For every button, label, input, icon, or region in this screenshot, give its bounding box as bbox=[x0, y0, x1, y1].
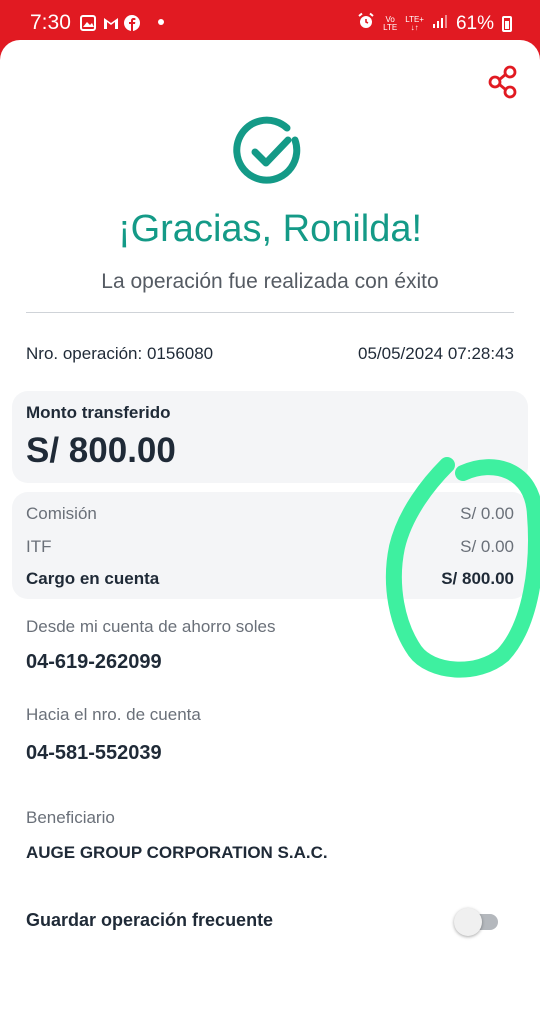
operation-number: Nro. operación: 0156080 bbox=[26, 344, 214, 363]
to-account-value: 04-581-552039 bbox=[26, 742, 162, 764]
lte-indicator: LTE+ ↓↑ bbox=[405, 15, 424, 32]
fee-label: Cargo en cuenta bbox=[26, 569, 160, 588]
alarm-icon bbox=[357, 12, 375, 36]
fee-label: ITF bbox=[26, 537, 52, 556]
thank-you-title: ¡Gracias, Ronilda! bbox=[117, 208, 423, 250]
operation-datetime: 05/05/2024 07:28:43 bbox=[358, 344, 514, 363]
to-account-label: Hacia el nro. de cuenta bbox=[26, 705, 201, 724]
fee-label: Comisión bbox=[26, 504, 97, 523]
signal-icon bbox=[432, 13, 448, 35]
check-circle-icon bbox=[233, 116, 305, 188]
status-time: 7:30 bbox=[30, 11, 71, 34]
save-frequent-label: Guardar operación frecuente bbox=[26, 910, 274, 930]
system-icons: Vo LTE LTE+ ↓↑ 61% bbox=[357, 12, 512, 36]
amount-label: Monto transferido bbox=[26, 403, 171, 422]
fee-row-charge: Cargo en cuenta S/ 800.00 bbox=[26, 569, 514, 589]
from-account-label: Desde mi cuenta de ahorro soles bbox=[26, 617, 276, 636]
beneficiary-label: Beneficiario bbox=[26, 808, 115, 827]
fee-row-itf: ITF S/ 0.00 bbox=[26, 537, 514, 557]
success-subtitle: La operación fue realizada con éxito bbox=[101, 270, 439, 293]
fees-card: Comisión S/ 0.00 ITF S/ 0.00 Cargo en cu… bbox=[12, 492, 528, 599]
receipt-sheet: ¡Gracias, Ronilda! La operación fue real… bbox=[0, 40, 540, 1025]
gmail-icon bbox=[102, 14, 118, 30]
status-bar: 7:30 Vo LTE LTE+ ↓↑ 61% bbox=[0, 0, 540, 44]
fee-value: S/ 800.00 bbox=[441, 569, 514, 588]
gallery-icon bbox=[80, 14, 96, 31]
share-icon[interactable] bbox=[488, 65, 518, 99]
divider bbox=[26, 312, 514, 313]
amount-value: S/ 800.00 bbox=[26, 431, 176, 470]
toggle-knob bbox=[454, 908, 482, 936]
notification-icons bbox=[80, 14, 164, 31]
battery-percent: 61% bbox=[455, 13, 494, 34]
battery-icon bbox=[502, 16, 512, 32]
fee-value: S/ 0.00 bbox=[460, 504, 514, 523]
facebook-icon bbox=[124, 14, 140, 31]
save-frequent-toggle[interactable] bbox=[454, 908, 498, 936]
beneficiary-value: AUGE GROUP CORPORATION S.A.C. bbox=[26, 843, 328, 862]
fee-row-commission: Comisión S/ 0.00 bbox=[26, 504, 514, 524]
from-account-value: 04-619-262099 bbox=[26, 651, 162, 673]
more-notifications-dot bbox=[158, 19, 164, 25]
volte-indicator: Vo LTE bbox=[383, 15, 398, 32]
operation-row: Nro. operación: 0156080 05/05/2024 07:28… bbox=[26, 344, 514, 364]
amount-card: Monto transferido S/ 800.00 bbox=[12, 391, 528, 483]
fee-value: S/ 0.00 bbox=[460, 537, 514, 556]
